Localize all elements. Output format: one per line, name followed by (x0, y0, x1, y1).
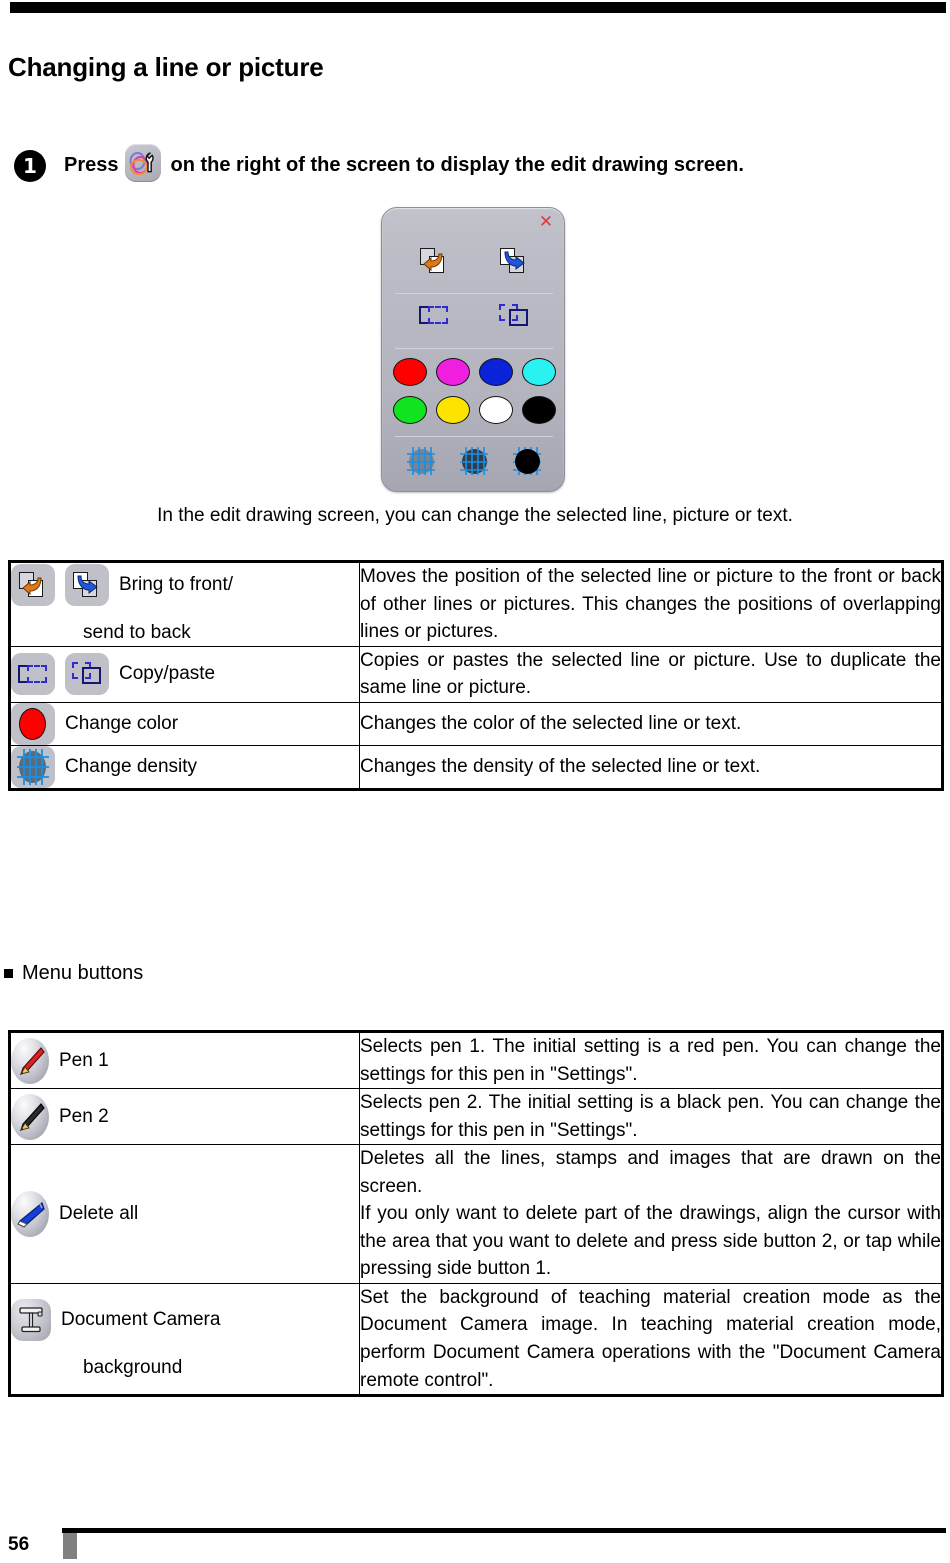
step-number-badge: 1 (14, 149, 46, 182)
row-description: Changes the density of the selected line… (359, 744, 943, 790)
table-row: Pen 2 Selects pen 2. The initial setting… (9, 1088, 943, 1146)
row-label: Pen 2 (59, 1105, 109, 1127)
panel-copypaste-row (382, 304, 566, 331)
delete-all-icon (11, 1191, 49, 1238)
icon-cell-pen-1: Pen 1 (9, 1030, 360, 1090)
panel-divider-1 (395, 293, 553, 294)
change-color-icon (11, 702, 55, 745)
wrench-tools-icon (124, 144, 161, 187)
density-light-icon[interactable] (406, 446, 436, 476)
send-to-back-icon (65, 564, 109, 607)
color-swatch-magenta[interactable] (435, 358, 470, 386)
row-label: Change density (65, 755, 198, 777)
menu-buttons-table: Pen 1 Selects pen 1. The initial setting… (8, 1030, 944, 1398)
panel-caption: In the edit drawing screen, you can chan… (157, 505, 793, 526)
table-row: Document Camera background Set the backg… (9, 1282, 943, 1397)
icon-cell-pen-2: Pen 2 (9, 1088, 360, 1146)
icon-cell-change-color: Change color (9, 701, 360, 746)
row-description: Selects pen 1. The initial setting is a … (359, 1030, 943, 1090)
copy-icon[interactable] (419, 304, 449, 331)
row-label-line2: send to back (83, 622, 191, 644)
row-label: Copy/paste (119, 663, 216, 685)
color-swatch-blue[interactable] (478, 358, 513, 386)
panel-density-row (382, 446, 566, 476)
table-row: Pen 1 Selects pen 1. The initial setting… (9, 1030, 943, 1090)
close-icon[interactable]: ✕ (537, 214, 555, 231)
panel-color-row-2 (382, 396, 566, 424)
send-to-back-icon[interactable] (500, 248, 528, 279)
panel-divider-2 (395, 348, 553, 349)
section-heading-menu-buttons: Menu buttons (4, 962, 143, 985)
color-swatch-black[interactable] (521, 396, 556, 424)
table-row: Change color Changes the color of the se… (9, 701, 943, 746)
edit-functions-table: Bring to front/ send to back Moves the p… (8, 560, 944, 791)
document-camera-icon (11, 1299, 51, 1342)
icon-cell-change-density: Change density (9, 744, 360, 790)
bring-to-front-icon (11, 564, 55, 607)
edit-drawing-screen-panel[interactable]: ✕ (381, 207, 565, 492)
icon-cell-copy-paste: Copy/paste (9, 645, 360, 703)
page-title: Changing a line or picture (8, 52, 324, 82)
panel-divider-3 (395, 436, 553, 437)
row-description: Selects pen 2. The initial setting is a … (359, 1088, 943, 1146)
density-medium-icon[interactable] (459, 446, 489, 476)
row-label: Pen 1 (59, 1049, 109, 1071)
density-solid-icon[interactable] (512, 446, 542, 476)
bring-to-front-icon[interactable] (420, 248, 448, 279)
color-swatch-white[interactable] (478, 396, 513, 424)
table-row: Bring to front/ send to back Moves the p… (9, 561, 943, 647)
row-description: Deletes all the lines, stamps and images… (359, 1144, 943, 1284)
row-description: Changes the color of the selected line o… (359, 701, 943, 746)
table-row: Change density Changes the density of th… (9, 744, 943, 790)
bullet-icon (4, 969, 13, 978)
row-label: Change color (65, 712, 179, 734)
row-label-line2: background (83, 1357, 183, 1379)
color-swatch-cyan[interactable] (521, 358, 556, 386)
pen-2-icon (11, 1093, 49, 1140)
step-text-before: Press (64, 154, 119, 176)
color-swatch-yellow[interactable] (435, 396, 470, 424)
change-density-icon (11, 745, 55, 788)
color-swatch-red[interactable] (392, 358, 427, 386)
step-text-after: on the right of the screen to display th… (170, 154, 744, 176)
top-rule (10, 2, 946, 13)
row-description: Set the background of teaching material … (359, 1282, 943, 1397)
icon-cell-delete-all: Delete all (9, 1144, 360, 1284)
table-row: Delete all Deletes all the lines, stamps… (9, 1144, 943, 1284)
paste-icon[interactable] (499, 304, 529, 331)
panel-color-row-1 (382, 358, 566, 386)
color-swatch-green[interactable] (392, 396, 427, 424)
table-row: Copy/paste Copies or pastes the selected… (9, 645, 943, 703)
footer-tab (63, 1533, 77, 1559)
pen-1-icon (11, 1037, 49, 1084)
panel-zorder-row (382, 248, 566, 279)
copy-icon (11, 653, 55, 696)
step-instruction: 1 Press on the right of the screen to di… (14, 144, 944, 187)
page-number: 56 (8, 1534, 30, 1555)
row-description: Copies or pastes the selected line or pi… (359, 645, 943, 703)
paste-icon (65, 653, 109, 696)
row-description: Moves the position of the selected line … (359, 561, 943, 647)
footer-rule (62, 1528, 946, 1533)
row-label: Bring to front/ (119, 574, 234, 596)
icon-cell-document-camera: Document Camera background (9, 1282, 360, 1397)
section-heading-label: Menu buttons (22, 962, 144, 984)
icon-cell-bring-to-front-send-to-back: Bring to front/ send to back (9, 561, 360, 647)
row-label: Delete all (59, 1203, 139, 1225)
row-label: Document Camera (61, 1309, 221, 1331)
